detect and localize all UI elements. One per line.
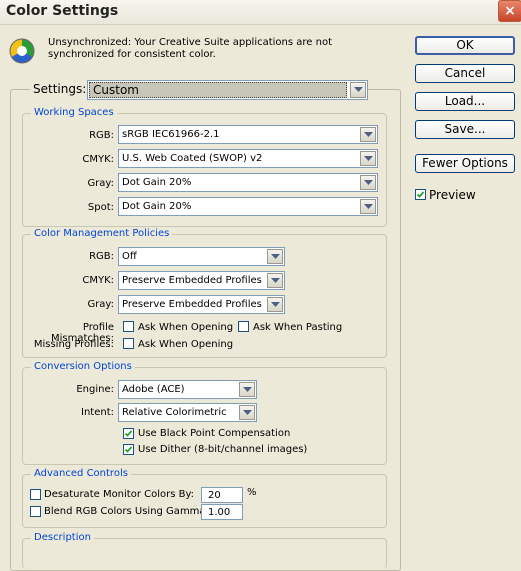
missing-profiles-label: Missing Profiles:: [33, 339, 114, 350]
sync-status-message: Unsynchronized: Your Creative Suite appl…: [48, 37, 333, 60]
chevron-down-icon[interactable]: [267, 273, 283, 288]
close-button[interactable]: ×: [498, 0, 521, 22]
mismatch-ask-pasting-checkbox[interactable]: [238, 321, 249, 332]
checkmark-icon: [125, 430, 132, 437]
policies-title: Color Management Policies: [31, 228, 173, 239]
chevron-down-icon[interactable]: [360, 175, 376, 190]
chevron-down-icon[interactable]: [350, 82, 366, 98]
missing-ask-opening-checkbox[interactable]: [123, 338, 134, 349]
pol-cmyk-value: Preserve Embedded Profiles: [122, 275, 262, 286]
ws-cmyk-label: CMYK:: [82, 154, 114, 165]
ws-rgb-value: sRGB IEC61966-2.1: [122, 129, 220, 140]
cancel-button[interactable]: Cancel: [415, 64, 515, 83]
ok-button[interactable]: OK: [415, 36, 515, 55]
settings-select[interactable]: Custom: [87, 80, 368, 100]
dither-label[interactable]: Use Dither (8-bit/channel images): [138, 444, 307, 455]
preview-label[interactable]: Preview: [429, 188, 476, 202]
chevron-down-icon[interactable]: [360, 199, 376, 214]
chevron-down-icon[interactable]: [267, 249, 283, 264]
title-bar[interactable]: Color Settings ×: [0, 0, 521, 25]
ws-spot-select[interactable]: Dot Gain 20%: [118, 197, 378, 216]
preview-checkbox[interactable]: [415, 189, 426, 200]
pol-gray-select[interactable]: Preserve Embedded Profiles: [118, 295, 285, 314]
black-point-checkbox[interactable]: [123, 428, 134, 439]
window-title: Color Settings: [6, 3, 119, 19]
working-spaces-title: Working Spaces: [31, 107, 117, 118]
intent-label: Intent:: [81, 407, 114, 418]
ws-cmyk-select[interactable]: U.S. Web Coated (SWOP) v2: [118, 149, 378, 168]
mismatch-ask-opening-label[interactable]: Ask When Opening: [138, 322, 233, 333]
conversion-title: Conversion Options: [31, 361, 135, 372]
chevron-down-icon[interactable]: [239, 405, 255, 420]
blend-gamma-label[interactable]: Blend RGB Colors Using Gamma:: [44, 506, 209, 517]
blend-gamma-input[interactable]: 1.00: [201, 504, 243, 520]
pol-gray-value: Preserve Embedded Profiles: [122, 299, 262, 310]
settings-label: Settings:: [30, 82, 90, 96]
ws-gray-value: Dot Gain 20%: [122, 177, 192, 188]
save-button[interactable]: Save...: [415, 120, 515, 139]
mismatch-ask-opening-checkbox[interactable]: [123, 321, 134, 332]
pol-rgb-label: RGB:: [89, 251, 114, 262]
blend-gamma-checkbox[interactable]: [30, 506, 41, 517]
pol-cmyk-select[interactable]: Preserve Embedded Profiles: [118, 271, 285, 290]
desaturate-unit: %: [247, 487, 257, 498]
dither-checkbox[interactable]: [123, 444, 134, 455]
desaturate-checkbox[interactable]: [30, 489, 41, 500]
color-sync-icon: [9, 38, 35, 64]
ws-spot-label: Spot:: [87, 202, 114, 213]
description-group: Description: [22, 532, 387, 569]
ws-cmyk-value: U.S. Web Coated (SWOP) v2: [122, 153, 263, 164]
intent-select[interactable]: Relative Colorimetric: [118, 403, 257, 422]
description-title: Description: [31, 532, 94, 543]
ws-gray-select[interactable]: Dot Gain 20%: [118, 173, 378, 192]
checkmark-icon: [125, 446, 132, 453]
chevron-down-icon[interactable]: [360, 151, 376, 166]
engine-value: Adobe (ACE): [122, 384, 185, 395]
engine-label: Engine:: [76, 384, 114, 395]
settings-value: Custom: [89, 82, 347, 98]
chevron-down-icon[interactable]: [267, 297, 283, 312]
missing-ask-opening-label[interactable]: Ask When Opening: [138, 339, 233, 350]
intent-value: Relative Colorimetric: [122, 407, 227, 418]
black-point-label[interactable]: Use Black Point Compensation: [138, 428, 290, 439]
ws-spot-value: Dot Gain 20%: [122, 201, 192, 212]
fewer-options-button[interactable]: Fewer Options: [415, 154, 515, 173]
mismatch-ask-pasting-label[interactable]: Ask When Pasting: [253, 322, 342, 333]
blend-gamma-value: 1.00: [208, 507, 231, 518]
ws-gray-label: Gray:: [87, 178, 114, 189]
chevron-down-icon[interactable]: [360, 127, 376, 142]
load-button[interactable]: Load...: [415, 92, 515, 111]
desaturate-input[interactable]: 20: [201, 487, 243, 503]
engine-select[interactable]: Adobe (ACE): [118, 380, 257, 399]
advanced-title: Advanced Controls: [31, 468, 131, 479]
desaturate-label[interactable]: Desaturate Monitor Colors By:: [44, 489, 194, 500]
chevron-down-icon[interactable]: [239, 382, 255, 397]
checkmark-icon: [417, 191, 424, 198]
pol-gray-label: Gray:: [87, 299, 114, 310]
pol-rgb-value: Off: [122, 251, 137, 262]
pol-cmyk-label: CMYK:: [82, 275, 114, 286]
pol-rgb-select[interactable]: Off: [118, 247, 285, 266]
desaturate-value: 20: [208, 490, 221, 501]
ws-rgb-label: RGB:: [89, 130, 114, 141]
ws-rgb-select[interactable]: sRGB IEC61966-2.1: [118, 125, 378, 144]
